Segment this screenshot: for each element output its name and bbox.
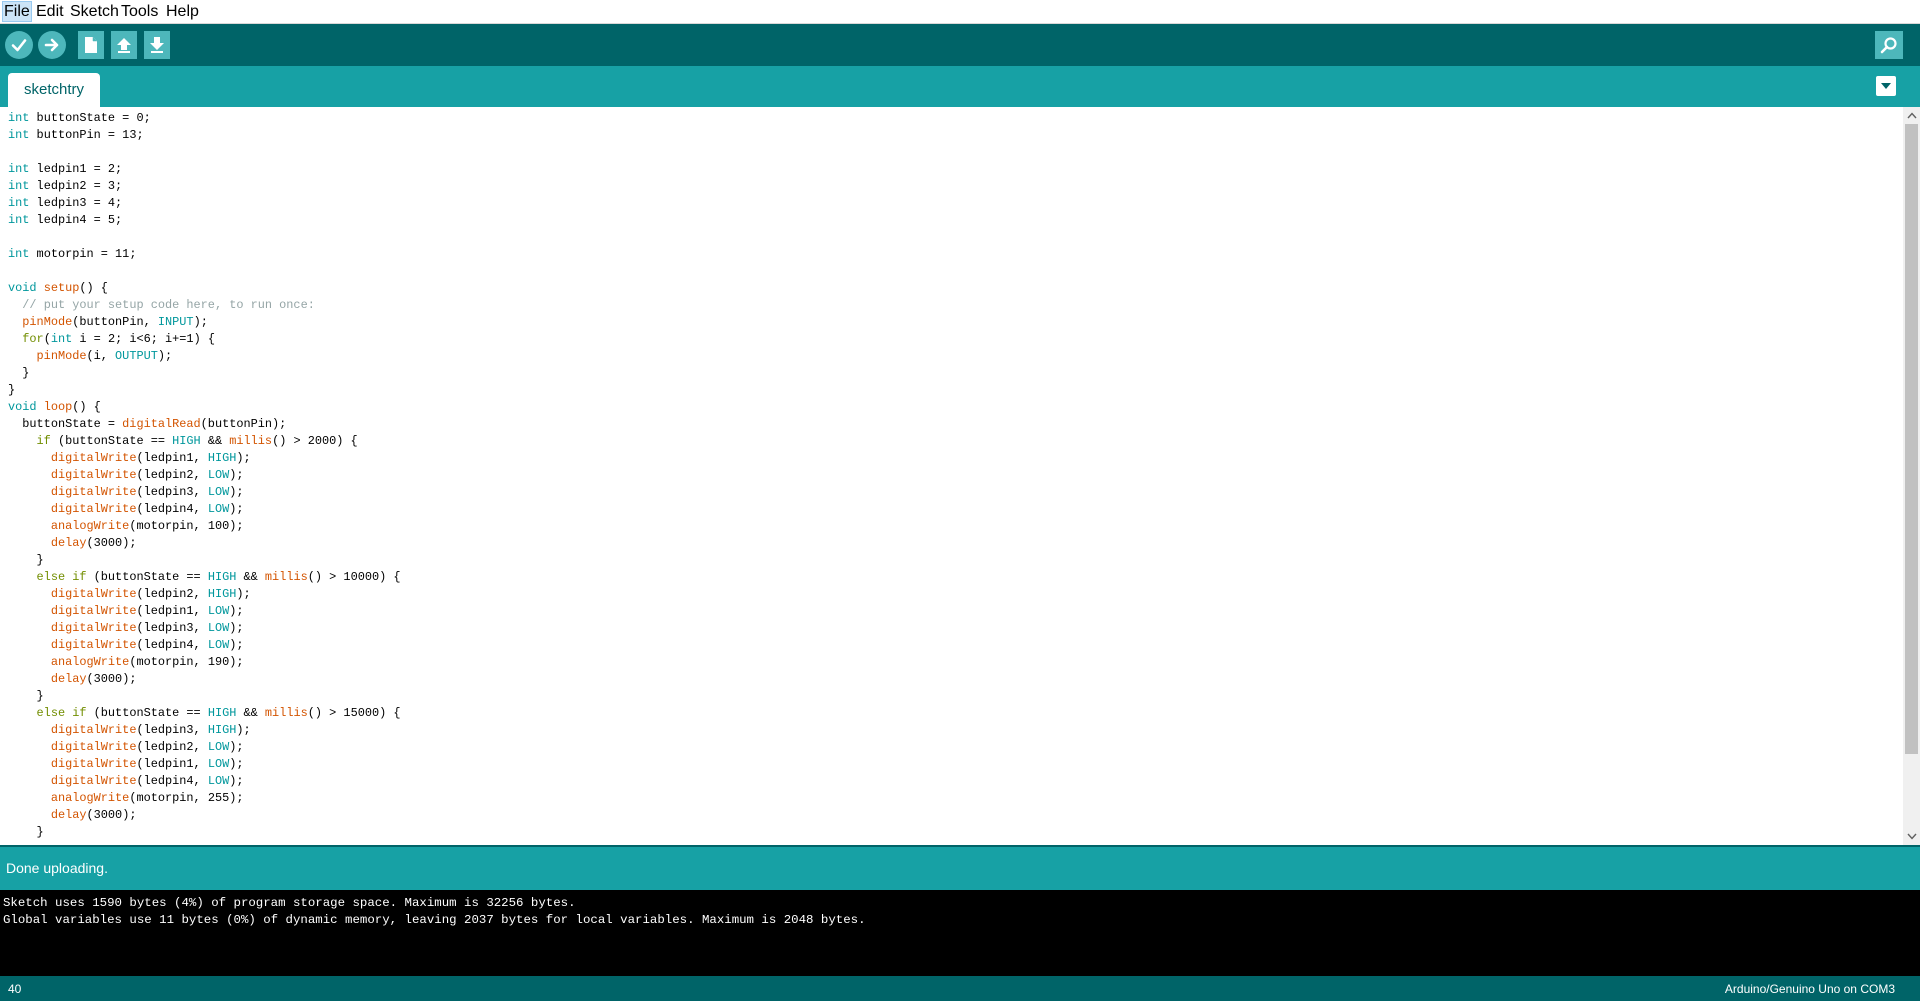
code-line[interactable]: analogWrite(motorpin, 190); bbox=[8, 654, 401, 671]
menu-edit[interactable]: Edit bbox=[35, 2, 65, 22]
check-icon bbox=[11, 39, 27, 52]
scroll-thumb[interactable] bbox=[1905, 124, 1918, 754]
status-bar: Done uploading. bbox=[0, 847, 1920, 890]
line-number: 40 bbox=[8, 982, 22, 996]
chevron-up-icon bbox=[1906, 112, 1917, 119]
code-text[interactable]: int buttonState = 0;int buttonPin = 13;​… bbox=[8, 110, 401, 841]
code-line[interactable]: else if (buttonState == HIGH && millis()… bbox=[8, 705, 401, 722]
tab-menu-button[interactable] bbox=[1876, 76, 1896, 96]
console-line: Sketch uses 1590 bytes (4%) of program s… bbox=[3, 896, 576, 910]
toolbar bbox=[0, 24, 1920, 66]
arrow-down-icon bbox=[150, 37, 164, 53]
code-line[interactable]: ​ bbox=[8, 229, 401, 246]
status-message: Done uploading. bbox=[6, 860, 108, 876]
save-sketch-button[interactable] bbox=[144, 31, 170, 59]
code-line[interactable]: digitalWrite(ledpin1, LOW); bbox=[8, 756, 401, 773]
tab-bar: sketchtry bbox=[0, 66, 1920, 107]
open-sketch-button[interactable] bbox=[111, 31, 137, 59]
code-line[interactable]: delay(3000); bbox=[8, 671, 401, 688]
code-line[interactable]: } bbox=[8, 552, 401, 569]
code-line[interactable]: int buttonState = 0; bbox=[8, 110, 401, 127]
code-line[interactable]: int ledpin1 = 2; bbox=[8, 161, 401, 178]
upload-button[interactable] bbox=[38, 31, 66, 59]
code-line[interactable]: pinMode(buttonPin, INPUT); bbox=[8, 314, 401, 331]
code-line[interactable]: int motorpin = 11; bbox=[8, 246, 401, 263]
console-line: Global variables use 11 bytes (0%) of dy… bbox=[3, 913, 866, 927]
code-line[interactable]: } bbox=[8, 365, 401, 382]
code-line[interactable]: } bbox=[8, 688, 401, 705]
code-line[interactable]: int ledpin3 = 4; bbox=[8, 195, 401, 212]
code-line[interactable]: int ledpin4 = 5; bbox=[8, 212, 401, 229]
magnifier-icon bbox=[1880, 37, 1897, 54]
menu-sketch[interactable]: Sketch bbox=[69, 2, 120, 22]
code-line[interactable]: ​ bbox=[8, 263, 401, 280]
code-line[interactable]: analogWrite(motorpin, 100); bbox=[8, 518, 401, 535]
code-line[interactable]: for(int i = 2; i<6; i+=1) { bbox=[8, 331, 401, 348]
code-line[interactable]: else if (buttonState == HIGH && millis()… bbox=[8, 569, 401, 586]
code-line[interactable]: delay(3000); bbox=[8, 807, 401, 824]
board-info: Arduino/Genuino Uno on COM3 bbox=[1724, 982, 1895, 996]
code-line[interactable]: digitalWrite(ledpin2, LOW); bbox=[8, 467, 401, 484]
arrow-up-icon bbox=[117, 38, 131, 53]
new-sketch-button[interactable] bbox=[78, 31, 104, 59]
console-text: Sketch uses 1590 bytes (4%) of program s… bbox=[3, 895, 866, 929]
code-line[interactable]: digitalWrite(ledpin3, LOW); bbox=[8, 620, 401, 637]
code-line[interactable]: void loop() { bbox=[8, 399, 401, 416]
menu-tools[interactable]: Tools bbox=[120, 2, 159, 22]
serial-monitor-button[interactable] bbox=[1875, 31, 1903, 59]
code-line[interactable]: } bbox=[8, 824, 401, 841]
code-line[interactable]: int ledpin2 = 3; bbox=[8, 178, 401, 195]
tab-sketchtry[interactable]: sketchtry bbox=[8, 73, 100, 107]
editor-scrollbar[interactable] bbox=[1903, 107, 1920, 845]
code-line[interactable]: ​ bbox=[8, 144, 401, 161]
code-line[interactable]: digitalWrite(ledpin1, LOW); bbox=[8, 603, 401, 620]
chevron-down-icon bbox=[1906, 833, 1917, 840]
scroll-up-button[interactable] bbox=[1903, 107, 1920, 124]
code-line[interactable]: pinMode(i, OUTPUT); bbox=[8, 348, 401, 365]
code-line[interactable]: } bbox=[8, 382, 401, 399]
code-line[interactable]: digitalWrite(ledpin4, LOW); bbox=[8, 501, 401, 518]
code-line[interactable]: // put your setup code here, to run once… bbox=[8, 297, 401, 314]
code-line[interactable]: digitalWrite(ledpin1, HIGH); bbox=[8, 450, 401, 467]
console-output[interactable]: Sketch uses 1590 bytes (4%) of program s… bbox=[0, 890, 1920, 976]
menu-bar: File Edit Sketch Tools Help bbox=[0, 0, 1920, 24]
verify-button[interactable] bbox=[5, 31, 33, 59]
code-line[interactable]: digitalWrite(ledpin3, HIGH); bbox=[8, 722, 401, 739]
code-line[interactable]: analogWrite(motorpin, 255); bbox=[8, 790, 401, 807]
code-line[interactable]: digitalWrite(ledpin2, HIGH); bbox=[8, 586, 401, 603]
menu-help[interactable]: Help bbox=[165, 2, 200, 22]
code-line[interactable]: if (buttonState == HIGH && millis() > 20… bbox=[8, 433, 401, 450]
footer-bar: 40 Arduino/Genuino Uno on COM3 bbox=[0, 976, 1920, 1001]
code-line[interactable]: buttonState = digitalRead(buttonPin); bbox=[8, 416, 401, 433]
menu-file[interactable]: File bbox=[2, 1, 32, 22]
code-line[interactable]: digitalWrite(ledpin3, LOW); bbox=[8, 484, 401, 501]
arrow-right-icon bbox=[44, 38, 59, 52]
code-line[interactable]: digitalWrite(ledpin2, LOW); bbox=[8, 739, 401, 756]
code-line[interactable]: void setup() { bbox=[8, 280, 401, 297]
code-line[interactable]: delay(3000); bbox=[8, 535, 401, 552]
scroll-down-button[interactable] bbox=[1903, 828, 1920, 845]
code-line[interactable]: int buttonPin = 13; bbox=[8, 127, 401, 144]
new-file-icon bbox=[85, 37, 97, 53]
chevron-down-icon bbox=[1881, 83, 1891, 89]
code-line[interactable]: digitalWrite(ledpin4, LOW); bbox=[8, 637, 401, 654]
code-line[interactable]: digitalWrite(ledpin4, LOW); bbox=[8, 773, 401, 790]
code-editor[interactable]: int buttonState = 0;int buttonPin = 13;​… bbox=[0, 107, 1903, 845]
